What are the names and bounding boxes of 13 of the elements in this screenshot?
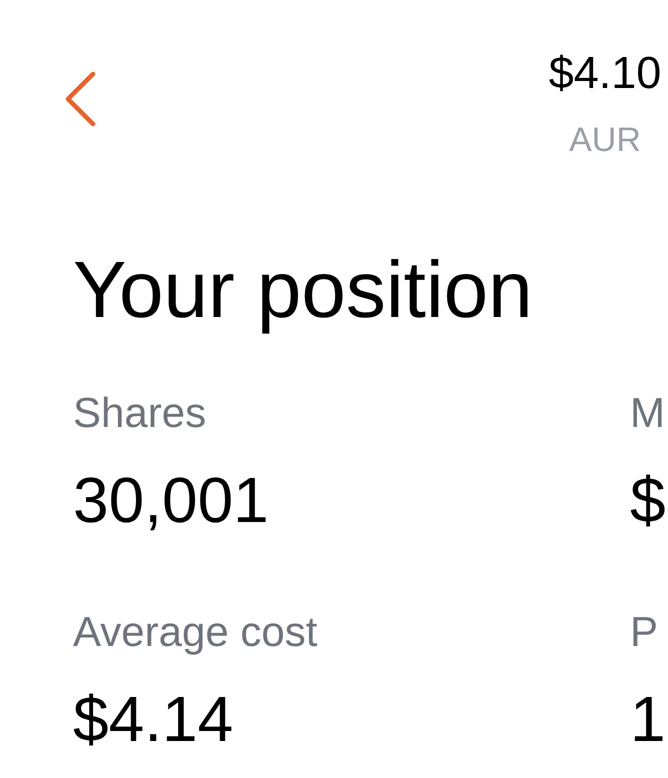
stat-label: Shares xyxy=(73,388,206,438)
stat-value: $ xyxy=(630,465,666,535)
section-title: Your position xyxy=(73,245,534,335)
stat-label: P xyxy=(630,607,658,657)
stat-value: $4.14 xyxy=(73,684,234,754)
stat-label: Average cost xyxy=(73,607,318,657)
stat-value: 1 xyxy=(630,684,666,754)
stock-price: $4.10 xyxy=(548,48,662,98)
back-button[interactable] xyxy=(63,71,97,127)
chevron-left-icon xyxy=(63,71,97,127)
ticker-symbol: AUR xyxy=(568,120,642,160)
stat-value: 30,001 xyxy=(73,465,269,535)
stat-label: M xyxy=(630,388,665,438)
